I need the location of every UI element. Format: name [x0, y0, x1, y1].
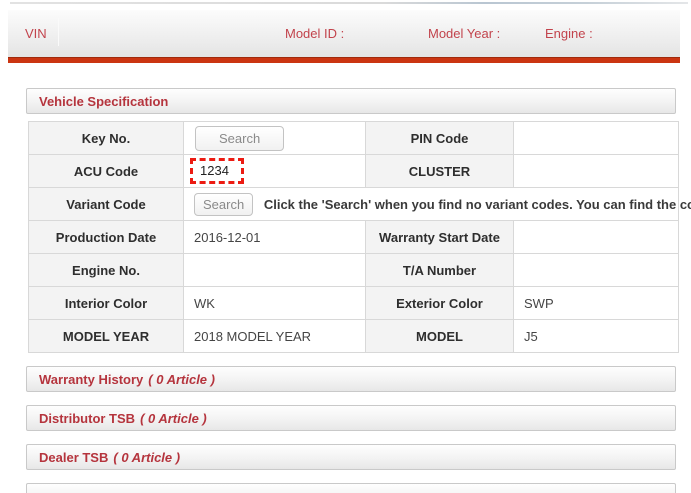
key-no-search-button[interactable]: Search [195, 126, 284, 151]
acu-code-label: ACU Code [29, 155, 184, 188]
vehicle-specification-title: Vehicle Specification [39, 94, 168, 109]
warranty-history-section-header[interactable]: Warranty History ( 0 Article ) [26, 366, 676, 392]
dealer-tsb-count: ( 0 Article ) [113, 450, 180, 465]
ta-number-value [514, 254, 679, 287]
engine-no-value [184, 254, 366, 287]
distributor-tsb-title: Distributor TSB [39, 411, 135, 426]
model-year-label: Model Year : [428, 26, 500, 41]
distributor-tsb-count: ( 0 Article ) [140, 411, 207, 426]
warranty-start-date-label: Warranty Start Date [366, 221, 514, 254]
model-year-row-label: MODEL YEAR [29, 320, 184, 353]
ta-number-label: T/A Number [366, 254, 514, 287]
warranty-history-count: ( 0 Article ) [148, 372, 215, 387]
key-no-value-cell: Search [184, 122, 366, 155]
dealer-tsb-title: Dealer TSB [39, 450, 108, 465]
exterior-color-value: SWP [514, 287, 679, 320]
vehicle-specification-section-header: Vehicle Specification [26, 88, 676, 114]
variant-code-helper-note: Click the 'Search' when you find no vari… [264, 197, 691, 212]
table-row-engine-no: Engine No. T/A Number [29, 254, 679, 287]
vehicle-summary-header: VIN Model ID : Model Year : Engine : [8, 10, 680, 57]
vehicle-spec-table: Key No. Search PIN Code ACU Code 1234 CL… [28, 121, 679, 353]
interior-color-value: WK [184, 287, 366, 320]
dealer-tsb-section-header[interactable]: Dealer TSB ( 0 Article ) [26, 444, 676, 470]
exterior-color-label: Exterior Color [366, 287, 514, 320]
pin-code-value [514, 122, 679, 155]
table-row-interior-color: Interior Color WK Exterior Color SWP [29, 287, 679, 320]
table-row-acu-code: ACU Code 1234 CLUSTER [29, 155, 679, 188]
vehicle-spec-page: VIN Model ID : Model Year : Engine : Veh… [0, 0, 691, 493]
warranty-start-date-value [514, 221, 679, 254]
table-row-key-no: Key No. Search PIN Code [29, 122, 679, 155]
table-row-model-year: MODEL YEAR 2018 MODEL YEAR MODEL J5 [29, 320, 679, 353]
model-id-label: Model ID : [285, 26, 344, 41]
model-year-row-value: 2018 MODEL YEAR [184, 320, 366, 353]
production-date-value: 2016-12-01 [184, 221, 366, 254]
acu-code-value-cell: 1234 [184, 155, 366, 188]
pin-code-label: PIN Code [366, 122, 514, 155]
interior-color-label: Interior Color [29, 287, 184, 320]
cluster-label: CLUSTER [366, 155, 514, 188]
red-accent-bar [8, 57, 680, 63]
warranty-history-title: Warranty History [39, 372, 143, 387]
engine-no-label: Engine No. [29, 254, 184, 287]
production-date-label: Production Date [29, 221, 184, 254]
table-row-variant-code: Variant Code Search Click the 'Search' w… [29, 188, 679, 221]
variant-code-label: Variant Code [29, 188, 184, 221]
acu-code-value-highlight-box: 1234 [190, 158, 244, 184]
cluster-value [514, 155, 679, 188]
header-divider [58, 18, 59, 46]
model-row-value: J5 [514, 320, 679, 353]
next-section-header-partial[interactable] [26, 483, 676, 493]
top-divider-line [10, 2, 688, 4]
variant-code-search-button[interactable]: Search [194, 193, 253, 216]
variant-code-value-cell: Search Click the 'Search' when you find … [184, 188, 679, 221]
vin-label: VIN [25, 26, 47, 41]
distributor-tsb-section-header[interactable]: Distributor TSB ( 0 Article ) [26, 405, 676, 431]
key-no-label: Key No. [29, 122, 184, 155]
table-row-production-date: Production Date 2016-12-01 Warranty Star… [29, 221, 679, 254]
engine-label: Engine : [545, 26, 593, 41]
model-row-label: MODEL [366, 320, 514, 353]
